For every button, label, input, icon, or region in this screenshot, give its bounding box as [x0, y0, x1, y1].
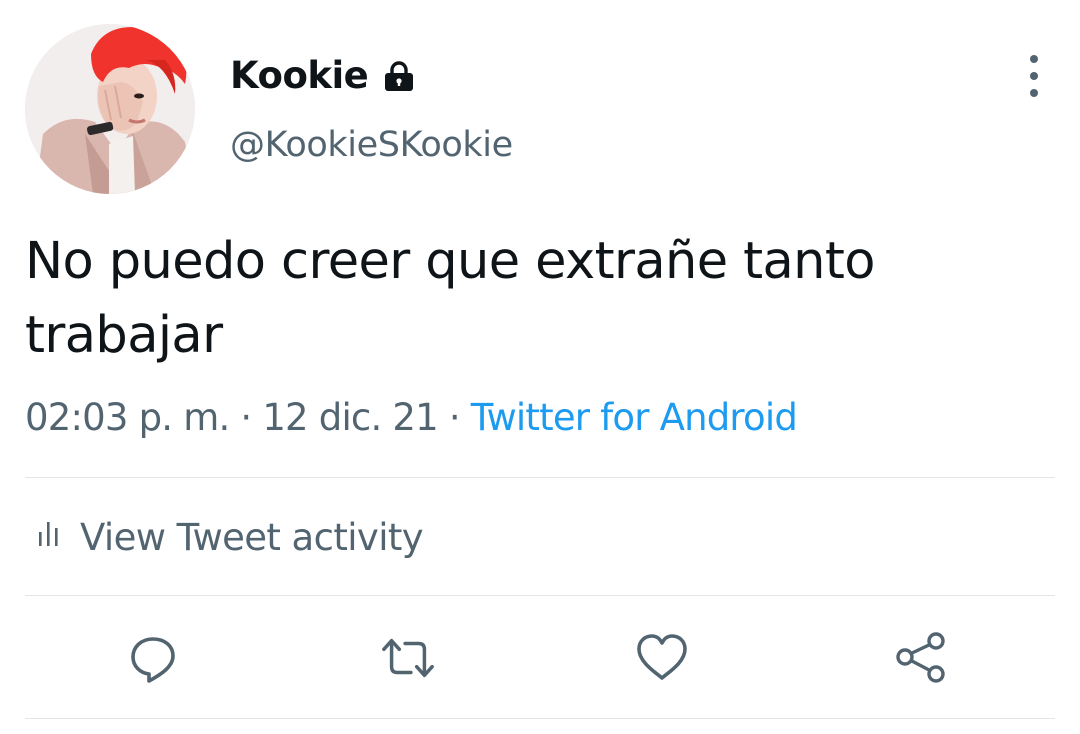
- heart-icon: [637, 634, 687, 680]
- author-display-name: Kookie: [230, 54, 369, 97]
- more-options-button[interactable]: [1014, 55, 1054, 97]
- author-handle[interactable]: @KookieSKookie: [230, 121, 513, 169]
- share-icon: [896, 632, 945, 683]
- retweet-icon: [382, 638, 434, 678]
- meta-separator: ·: [448, 396, 461, 439]
- avatar-photo: [25, 24, 195, 194]
- divider: [25, 595, 1055, 596]
- author-name-row[interactable]: Kookie: [230, 52, 416, 100]
- avatar[interactable]: [25, 24, 195, 194]
- divider: [25, 477, 1055, 478]
- more-dot: [1030, 72, 1038, 80]
- tweet-date: 12 dic. 21: [262, 396, 438, 439]
- more-dot: [1030, 55, 1038, 63]
- like-button[interactable]: [634, 630, 690, 686]
- more-dot: [1030, 89, 1038, 97]
- tweet-meta: 02:03 p. m. · 12 dic. 21 · Twitter for A…: [25, 390, 798, 446]
- bar-chart-icon: [36, 508, 62, 568]
- tweet-text: No puedo creer que extrañe tanto trabaja…: [25, 232, 876, 365]
- tweet-time: 02:03 p. m.: [25, 396, 230, 439]
- view-tweet-activity-label: View Tweet activity: [80, 516, 424, 559]
- view-tweet-activity-link[interactable]: View Tweet activity: [36, 508, 424, 568]
- tweet-source-link[interactable]: Twitter for Android: [471, 396, 798, 439]
- retweet-button[interactable]: [380, 630, 436, 686]
- meta-separator: ·: [240, 396, 252, 439]
- share-button[interactable]: [893, 630, 949, 686]
- lock-icon: [382, 59, 416, 93]
- divider: [25, 718, 1055, 719]
- reply-button[interactable]: [125, 630, 181, 686]
- reply-icon: [131, 637, 175, 683]
